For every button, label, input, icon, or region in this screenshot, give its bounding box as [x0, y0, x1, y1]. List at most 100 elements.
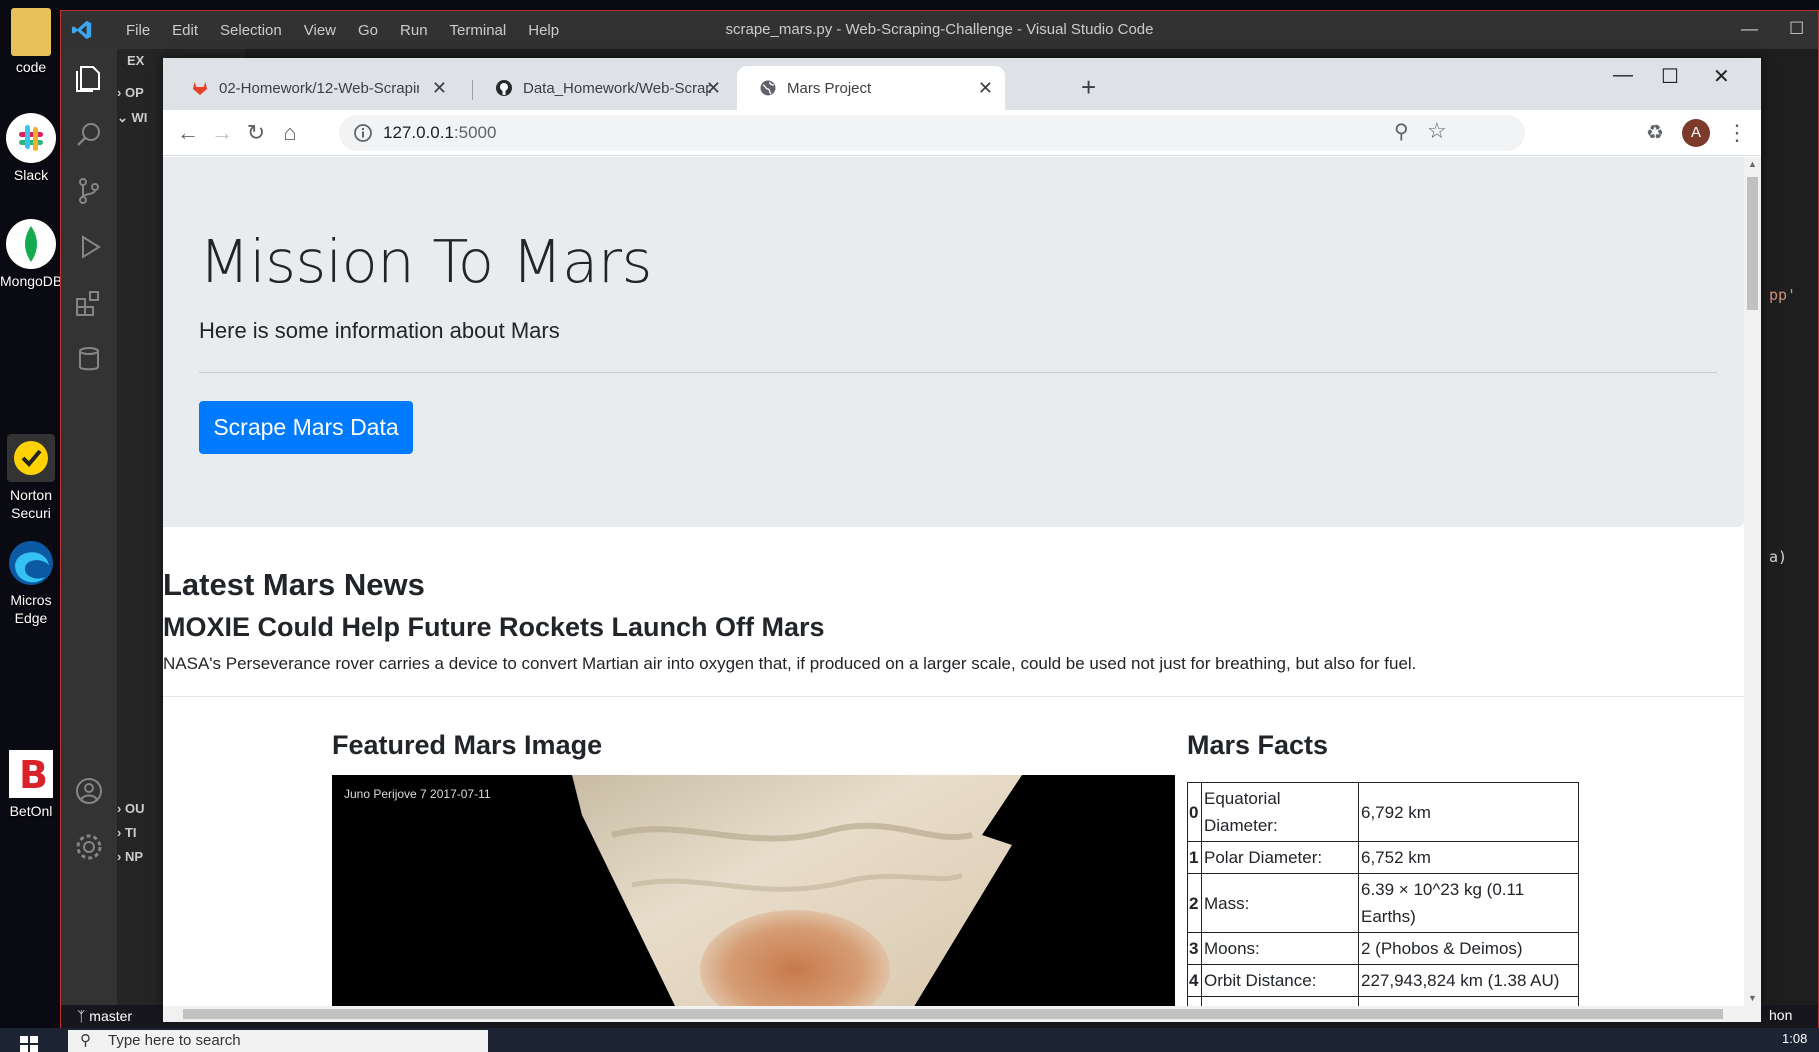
fact-value: 2 (Phobos & Deimos)	[1358, 932, 1579, 965]
scrollbar-thumb[interactable]	[183, 1009, 1723, 1019]
table-row: 3 Moons: 2 (Phobos & Deimos)	[1187, 932, 1579, 965]
fact-key: Orbit Distance:	[1201, 964, 1359, 997]
bookmark-star-icon[interactable]: ☆	[1427, 118, 1447, 144]
fact-key: Equatorial Diameter:	[1201, 782, 1359, 842]
back-arrow-icon[interactable]: ←	[173, 118, 203, 148]
fact-key: Polar Diameter:	[1201, 841, 1359, 874]
jumbotron: Mission To Mars Here is some information…	[163, 157, 1744, 527]
scroll-down-icon[interactable]: ▼	[1748, 993, 1757, 1003]
reload-icon[interactable]: ↻	[241, 118, 271, 148]
table-row: 5 Orbit Period: 687 days (1.9 years)	[1187, 996, 1579, 1006]
url-port: :5000	[453, 123, 497, 142]
fact-value: 6,792 km	[1358, 782, 1579, 842]
tree-row-npm[interactable]: › NP	[117, 849, 143, 864]
tab-github[interactable]: Data_Homework/Web-Scraping-C ✕	[473, 66, 733, 110]
menu-terminal[interactable]: Terminal	[439, 22, 518, 39]
branch-indicator[interactable]: ᛉ master	[77, 1008, 132, 1024]
forward-arrow-icon[interactable]: →	[207, 118, 237, 148]
new-tab-button[interactable]: +	[1081, 72, 1096, 103]
tab-mars-project[interactable]: Mars Project ✕	[737, 66, 1005, 110]
desktop-icon-betonline[interactable]: B BetOnl	[0, 748, 62, 820]
tree-row-timeline[interactable]: › TI	[117, 825, 137, 840]
tab-gitlab[interactable]: 02-Homework/12-Web-Scraping ✕	[169, 66, 459, 110]
fact-key: Mass:	[1201, 873, 1359, 933]
menu-run[interactable]: Run	[389, 22, 439, 39]
home-icon[interactable]: ⌂	[275, 118, 305, 148]
url-host: 127.0.0.1	[383, 123, 454, 142]
tab-close-icon[interactable]: ✕	[978, 78, 993, 99]
globe-icon	[760, 80, 776, 96]
taskbar-search-box[interactable]: ⚲ Type here to search	[68, 1030, 488, 1052]
desktop-icon-mongodb[interactable]: MongoDB	[0, 218, 62, 290]
branch-name: master	[89, 1008, 133, 1024]
search-icon: ⚲	[80, 1032, 91, 1049]
extensions-puzzle-icon[interactable]: ♻	[1640, 118, 1670, 148]
tree-row-workspace[interactable]: ⌄ WI	[117, 110, 147, 126]
menu-help[interactable]: Help	[517, 22, 570, 39]
desktop-icon-label: MongoDB	[0, 273, 63, 289]
fact-key: Moons:	[1201, 932, 1359, 965]
jumbotron-divider	[199, 372, 1717, 373]
explorer-title: EX	[127, 53, 145, 68]
fact-key: Orbit Period:	[1201, 996, 1359, 1006]
desktop-icon-code[interactable]: code	[0, 8, 62, 76]
tree-row-label: OP	[124, 85, 144, 100]
page-title: Mission To Mars	[199, 227, 652, 296]
horizontal-scrollbar[interactable]	[163, 1006, 1761, 1022]
page-lead: Here is some information about Mars	[199, 318, 560, 343]
svg-text:B: B	[19, 753, 48, 797]
slack-icon	[5, 112, 57, 164]
chrome-close-icon[interactable]: ✕	[1713, 64, 1730, 89]
vscode-titlebar: File Edit Selection View Go Run Terminal…	[61, 11, 1818, 49]
clock[interactable]: 1:08	[1782, 1031, 1807, 1046]
zoom-icon[interactable]: ⚲	[1394, 119, 1409, 144]
code-fragment: a)	[1769, 548, 1788, 566]
chrome-toolbar: ← → ↻ ⌂ 127.0.0.1:5000 ⚲ ☆ ♻ A ⋮	[163, 110, 1761, 156]
git-branch-icon: ᛉ	[77, 1008, 86, 1024]
scrollbar-thumb[interactable]	[1747, 177, 1758, 310]
menu-file[interactable]: File	[115, 22, 161, 39]
status-language: hon	[1769, 1007, 1793, 1023]
desktop-icon-label: Norton Securi	[9, 487, 53, 521]
scroll-up-icon[interactable]: ▲	[1748, 159, 1757, 169]
mars-facts-table: 0 Equatorial Diameter: 6,792 km 1 Polar …	[1187, 782, 1579, 1006]
tree-row-outline[interactable]: › OU	[117, 801, 144, 816]
explorer-icon[interactable]	[73, 63, 105, 95]
menu-go[interactable]: Go	[347, 22, 389, 39]
chrome-minimize-icon[interactable]: —	[1613, 64, 1633, 87]
windows-start-icon[interactable]	[20, 1036, 38, 1052]
vscode-minimize-icon[interactable]: —	[1741, 19, 1758, 39]
fact-value: 6.39 × 10^23 kg (0.11 Earths)	[1358, 873, 1579, 933]
address-bar[interactable]: 127.0.0.1:5000 ⚲ ☆	[339, 115, 1525, 151]
scrape-mars-data-button[interactable]: Scrape Mars Data	[199, 401, 413, 454]
extensions-icon[interactable]	[73, 287, 105, 319]
tree-row-open-editors[interactable]: › OP	[117, 85, 144, 100]
desktop-icon-label: BetOnl	[9, 803, 53, 819]
avatar[interactable]: A	[1682, 119, 1710, 147]
desktop-icon-slack[interactable]: Slack	[0, 112, 62, 184]
desktop-icon-edge[interactable]: Micros Edge	[0, 537, 62, 627]
fact-index: 2	[1187, 873, 1202, 933]
settings-gear-icon[interactable]	[73, 831, 105, 863]
tab-close-icon[interactable]: ✕	[706, 78, 721, 99]
database-icon[interactable]	[73, 343, 105, 375]
table-row: 0 Equatorial Diameter: 6,792 km	[1187, 782, 1579, 842]
source-control-icon[interactable]	[73, 175, 105, 207]
tab-close-icon[interactable]: ✕	[432, 78, 447, 99]
jupiter-photo	[572, 775, 1022, 1006]
menu-selection[interactable]: Selection	[209, 22, 293, 39]
table-row: 2 Mass: 6.39 × 10^23 kg (0.11 Earths)	[1187, 873, 1579, 933]
site-info-icon[interactable]	[353, 123, 373, 143]
desktop-icon-norton[interactable]: Norton Securi	[0, 432, 62, 522]
chrome-menu-icon[interactable]: ⋮	[1722, 118, 1752, 148]
github-icon	[496, 80, 512, 96]
search-icon[interactable]	[73, 119, 105, 151]
featured-mars-image: Juno Perijove 7 2017-07-11	[332, 775, 1175, 1006]
folder-icon	[11, 8, 51, 56]
account-icon[interactable]	[73, 775, 105, 807]
run-debug-icon[interactable]	[73, 231, 105, 263]
menu-view[interactable]: View	[293, 22, 347, 39]
menu-edit[interactable]: Edit	[161, 22, 209, 39]
chrome-maximize-icon[interactable]: ☐	[1661, 64, 1679, 89]
vertical-scrollbar[interactable]: ▲ ▼	[1744, 157, 1761, 1006]
